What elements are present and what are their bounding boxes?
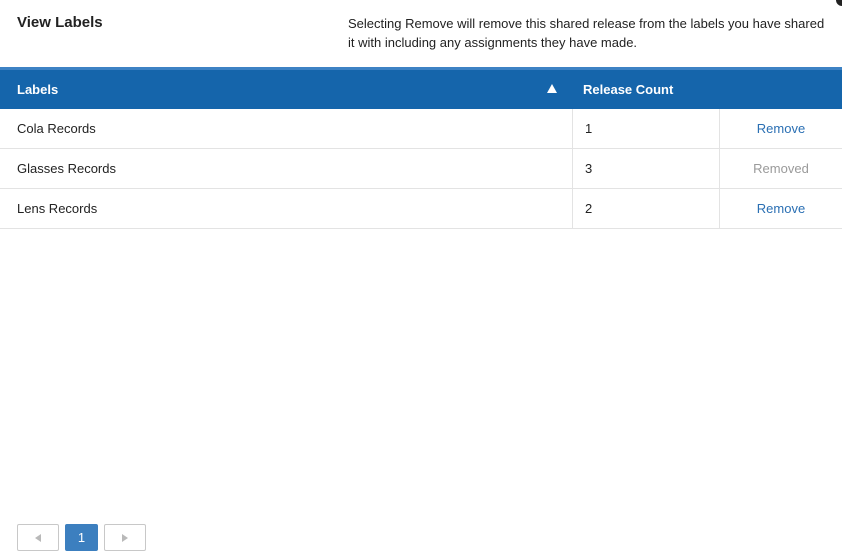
release-count: 3 xyxy=(572,149,719,188)
table-row: Lens Records 2 Remove xyxy=(0,189,842,229)
table-row: Cola Records 1 Remove xyxy=(0,109,842,149)
column-header-action xyxy=(719,70,842,109)
page-header: View Labels Selecting Remove will remove… xyxy=(0,0,842,68)
label-name: Lens Records xyxy=(17,201,98,216)
previous-page-button[interactable] xyxy=(17,524,59,551)
page-button-current[interactable]: 1 xyxy=(65,524,98,551)
remove-button[interactable]: Remove xyxy=(757,201,805,216)
column-header-labels-text: Labels xyxy=(17,82,59,97)
column-header-release-count[interactable]: Release Count xyxy=(572,70,719,109)
label-name: Glasses Records xyxy=(17,161,116,176)
removed-status: Removed xyxy=(753,161,809,176)
remove-button[interactable]: Remove xyxy=(757,121,805,136)
next-page-button[interactable] xyxy=(104,524,146,551)
next-page-icon xyxy=(122,533,128,542)
remove-description: Selecting Remove will remove this shared… xyxy=(348,16,825,50)
table-header: Labels Release Count xyxy=(0,70,842,109)
action-cell: Removed xyxy=(719,149,842,188)
labels-table: Labels Release Count Cola Records 1 Remo… xyxy=(0,70,842,229)
page-title: View Labels xyxy=(17,14,103,31)
sort-up-icon[interactable] xyxy=(547,84,557,93)
column-header-release-count-text: Release Count xyxy=(583,82,674,97)
table-row: Glasses Records 3 Removed xyxy=(0,149,842,189)
pagination: 1 xyxy=(17,524,152,551)
release-count: 1 xyxy=(572,109,719,148)
action-cell: Remove xyxy=(719,109,842,148)
previous-page-icon xyxy=(35,533,41,542)
action-cell: Remove xyxy=(719,189,842,228)
release-count: 2 xyxy=(572,189,719,228)
label-name: Cola Records xyxy=(17,121,96,136)
column-header-labels[interactable]: Labels xyxy=(0,70,572,109)
